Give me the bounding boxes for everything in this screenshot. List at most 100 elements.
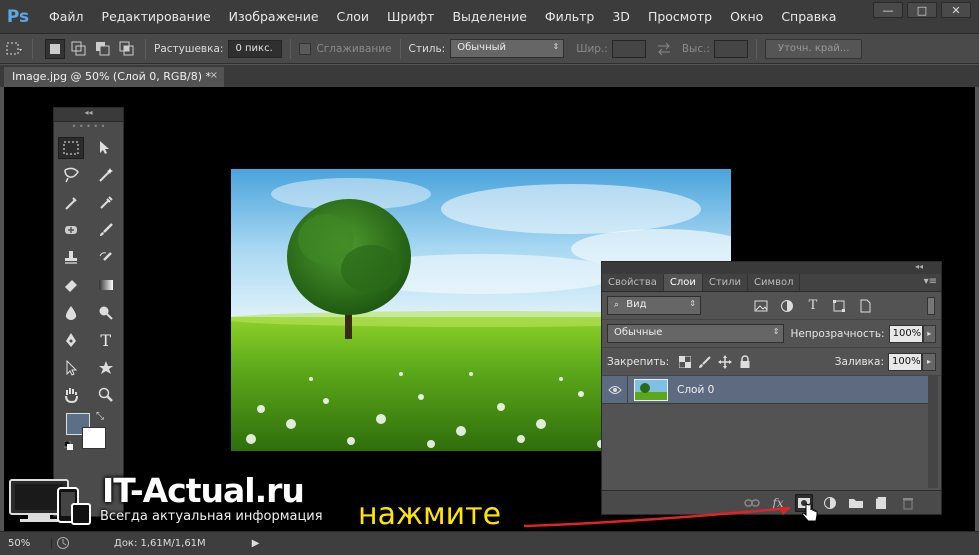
blend-mode-select[interactable]: Обычные ⇕	[607, 324, 785, 343]
swap-dimensions-icon[interactable]	[654, 39, 674, 59]
height-input[interactable]	[713, 39, 748, 58]
menu-layers[interactable]: Слои	[328, 0, 379, 34]
eraser-tool-icon[interactable]	[58, 274, 84, 296]
rectangular-marquee-tool-icon[interactable]	[58, 136, 85, 159]
updown-icon: ⇕	[772, 327, 780, 336]
menu-help[interactable]: Справка	[772, 0, 845, 34]
document-tab[interactable]: Image.jpg @ 50% (Слой 0, RGB/8) * ×	[4, 67, 224, 87]
lock-image-icon[interactable]	[695, 352, 715, 372]
zoom-tool-icon[interactable]	[93, 384, 119, 406]
menu-edit[interactable]: Редактирование	[93, 0, 220, 34]
type-layer-filter-icon[interactable]: T	[803, 296, 823, 316]
swap-colors-icon[interactable]: ⤡	[96, 411, 104, 422]
tab-properties[interactable]: Свойства	[602, 274, 664, 291]
minimize-button[interactable]: —	[873, 2, 903, 18]
magic-wand-tool-icon[interactable]	[93, 164, 119, 186]
menu-select[interactable]: Выделение	[443, 0, 535, 34]
document-info: Док: 1,61M/1,61M	[114, 538, 206, 549]
status-menu-arrow-icon[interactable]: ▶	[252, 538, 260, 549]
fill-dropdown-icon[interactable]: ▸	[922, 352, 936, 371]
menu-bar: Ps Файл Редактирование Изображение Слои …	[0, 0, 979, 34]
dodge-tool-icon[interactable]	[93, 302, 119, 324]
menu-type[interactable]: Шрифт	[378, 0, 443, 34]
menu-window[interactable]: Окно	[721, 0, 772, 34]
menu-file[interactable]: Файл	[40, 0, 93, 34]
photoshop-logo[interactable]: Ps	[4, 4, 32, 30]
pixel-layer-filter-icon[interactable]	[751, 296, 771, 316]
lock-position-icon[interactable]	[715, 352, 735, 372]
eyedropper-tool-icon[interactable]	[93, 192, 119, 214]
tab-layers[interactable]: Слои	[663, 274, 703, 291]
layer-name[interactable]: Слой 0	[677, 384, 714, 396]
layer-thumbnail[interactable]	[634, 378, 668, 401]
layers-scrollbar[interactable]	[928, 376, 938, 488]
adjustment-layer-filter-icon[interactable]	[777, 296, 797, 316]
hand-tool-icon[interactable]	[58, 384, 84, 406]
height-label: Выс.:	[681, 42, 710, 55]
filter-kind-select[interactable]: ⌕ Вид ⇕	[607, 296, 701, 315]
filter-kind-value: Вид	[626, 299, 647, 310]
path-selection-tool-icon[interactable]	[58, 357, 84, 379]
layer-row[interactable]: Слой 0	[602, 375, 929, 404]
width-input[interactable]	[611, 39, 646, 58]
menu-view[interactable]: Просмотр	[639, 0, 721, 34]
new-group-icon[interactable]	[847, 494, 865, 512]
blur-tool-icon[interactable]	[58, 302, 84, 324]
add-selection-icon[interactable]	[69, 39, 89, 59]
opacity-dropdown-icon[interactable]: ▸	[922, 324, 936, 343]
tab-styles[interactable]: Стили	[703, 274, 749, 291]
panel-grip[interactable]: • • • • •	[54, 122, 123, 134]
tab-character[interactable]: Символ	[748, 274, 801, 291]
crop-tool-icon[interactable]	[58, 192, 84, 214]
filter-toggle[interactable]	[927, 297, 935, 315]
refine-edge-button[interactable]: Уточн. край...	[764, 38, 863, 59]
type-tool-icon[interactable]: T	[93, 329, 119, 351]
maximize-button[interactable]: □	[907, 2, 937, 18]
fill-input[interactable]: 100%	[888, 352, 922, 371]
options-bar: Растушевка: 0 пикс. Сглаживание Стиль: О…	[0, 34, 979, 64]
new-layer-icon[interactable]	[873, 494, 891, 512]
antialias-checkbox[interactable]	[299, 42, 312, 55]
new-adjustment-layer-icon[interactable]	[821, 494, 839, 512]
feather-input[interactable]: 0 пикс.	[228, 39, 283, 58]
lock-transparent-icon[interactable]	[675, 352, 695, 372]
opacity-input[interactable]: 100%	[888, 324, 923, 343]
subtract-selection-icon[interactable]	[93, 39, 113, 59]
marquee-preset-icon[interactable]	[4, 39, 24, 59]
new-selection-icon[interactable]	[45, 38, 65, 59]
tools-panel: ◂◂ • • • • • T ⤡	[53, 107, 124, 517]
close-tab-icon[interactable]: ×	[210, 70, 218, 81]
intersect-selection-icon[interactable]	[117, 39, 137, 59]
style-select[interactable]: Обычный ⇕	[450, 39, 565, 58]
document-tab-bar: Image.jpg @ 50% (Слой 0, RGB/8) * ×	[0, 65, 979, 87]
move-tool-icon[interactable]	[93, 137, 119, 159]
status-info-icon[interactable]	[56, 536, 76, 552]
gradient-tool-icon[interactable]	[93, 274, 119, 296]
delete-layer-icon[interactable]	[899, 494, 917, 512]
pen-tool-icon[interactable]	[58, 329, 84, 351]
brush-tool-icon[interactable]	[93, 219, 119, 241]
history-brush-tool-icon[interactable]	[93, 247, 119, 269]
blend-mode-value: Обычные	[614, 327, 663, 338]
panel-collapse[interactable]: ◂◂	[602, 262, 941, 274]
clone-stamp-tool-icon[interactable]	[58, 247, 84, 269]
menu-filter[interactable]: Фильтр	[536, 0, 603, 34]
zoom-level[interactable]: 50%	[0, 538, 52, 549]
background-color-swatch[interactable]	[82, 427, 106, 449]
shape-layer-filter-icon[interactable]	[829, 296, 849, 316]
custom-shape-tool-icon[interactable]	[93, 357, 119, 379]
healing-brush-tool-icon[interactable]	[58, 219, 84, 241]
lock-all-icon[interactable]	[735, 352, 755, 372]
smart-object-filter-icon[interactable]	[855, 296, 875, 316]
tools-panel-header[interactable]: ◂◂	[54, 108, 123, 122]
menu-3d[interactable]: 3D	[603, 0, 639, 34]
default-colors-icon[interactable]	[63, 440, 74, 451]
panel-menu-icon[interactable]: ▾≡	[924, 276, 937, 287]
eye-icon[interactable]	[602, 375, 628, 404]
close-button[interactable]: ✕	[941, 2, 971, 18]
document-tab-title: Image.jpg @ 50% (Слой 0, RGB/8) *	[12, 70, 211, 83]
menu-image[interactable]: Изображение	[220, 0, 328, 34]
layers-panel: ◂◂ Свойства Слои Стили Символ ▾≡ ⌕ Вид ⇕…	[601, 261, 942, 515]
lasso-tool-icon[interactable]	[58, 164, 84, 186]
status-bar: 50% Док: 1,61M/1,61M ▶	[0, 531, 979, 555]
